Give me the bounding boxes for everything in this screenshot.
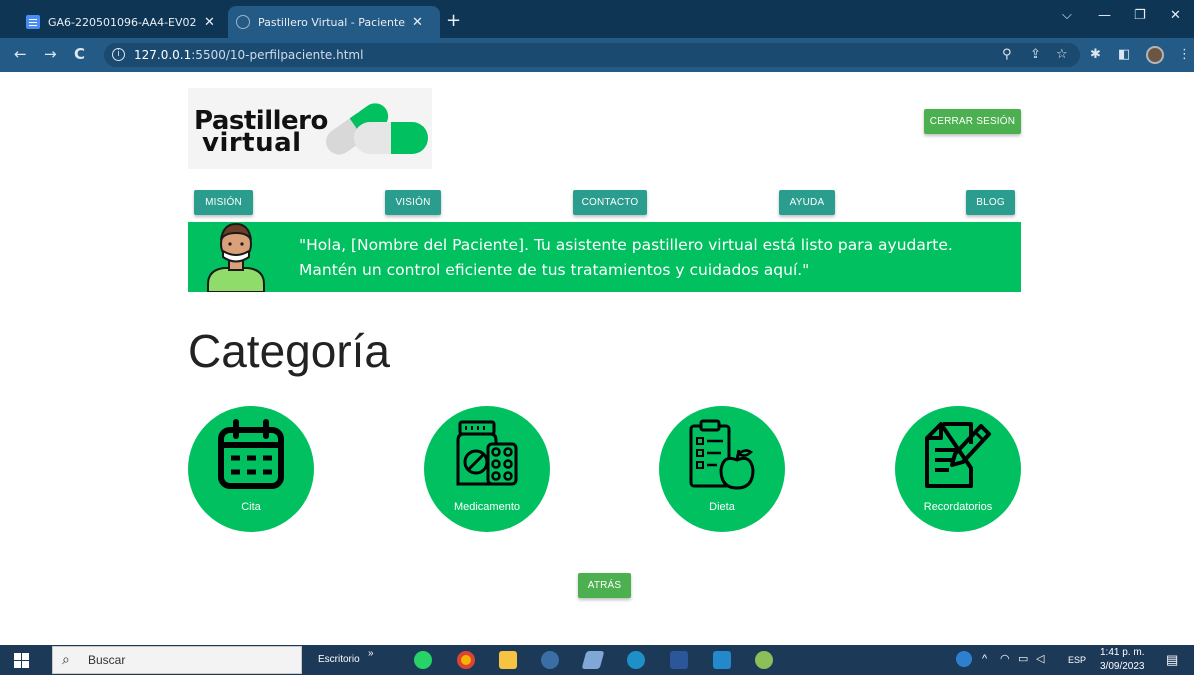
notifications-icon[interactable]: ▤ <box>1166 652 1178 668</box>
wifi-icon[interactable]: ◠ <box>1000 652 1010 665</box>
extensions-icon[interactable]: ✱ <box>1090 47 1101 62</box>
nav-blog-button[interactable]: BLOG <box>966 190 1015 215</box>
category-medicamento-button[interactable]: Medicamento <box>424 406 550 532</box>
desktop-toolbar-label[interactable]: Escritorio <box>318 654 360 665</box>
medicine-icon <box>456 420 518 486</box>
browser-tab[interactable]: GA6-220501096-AA4-EV02 ESTA ✕ <box>18 6 226 38</box>
diet-icon <box>689 419 755 490</box>
clock-date[interactable]: 3/09/2023 <box>1100 661 1145 672</box>
toolbar-expand-icon[interactable]: » <box>368 648 374 659</box>
search-icon: ⌕ <box>62 651 70 667</box>
calendar-icon <box>218 419 284 489</box>
word-icon[interactable] <box>670 651 688 669</box>
help-icon[interactable] <box>956 651 972 667</box>
tab-search-icon[interactable]: ⌵ <box>1062 8 1072 23</box>
new-tab-icon[interactable]: + <box>446 10 461 31</box>
pills-logo-icon <box>326 103 428 155</box>
tab-title: Pastillero Virtual - Paciente <box>258 15 406 29</box>
page-title: Categoría <box>188 325 391 377</box>
window-close-icon[interactable]: ✕ <box>1170 8 1181 23</box>
category-label: Cita <box>241 501 261 513</box>
restore-icon[interactable]: ❐ <box>1134 8 1146 23</box>
back-icon[interactable]: ← <box>14 45 27 63</box>
logo-text-line2: virtual <box>202 128 302 158</box>
welcome-message: "Hola, [Nombre del Paciente]. Tu asisten… <box>299 236 953 279</box>
category-cita-button[interactable]: Cita <box>188 406 314 532</box>
volume-icon[interactable]: ◁ <box>1036 652 1044 665</box>
close-icon[interactable]: ✕ <box>412 15 423 30</box>
edge-icon[interactable] <box>627 651 645 669</box>
logout-button[interactable]: CERRAR SESIÓN <box>924 109 1021 134</box>
info-icon[interactable]: i <box>112 48 125 61</box>
bookmark-star-icon[interactable]: ☆ <box>1056 47 1068 62</box>
vscode-icon[interactable] <box>713 651 731 669</box>
tray-expand-icon[interactable]: ^ <box>982 653 987 665</box>
category-label: Recordatorios <box>923 501 993 513</box>
zoom-icon[interactable]: ⚲ <box>1002 47 1012 62</box>
tab-title: GA6-220501096-AA4-EV02 ESTA <box>48 15 198 29</box>
nav-mision-button[interactable]: MISIÓN <box>194 190 253 215</box>
back-button[interactable]: ATRÁS <box>578 573 631 598</box>
globe-icon <box>236 15 250 29</box>
forward-icon[interactable]: → <box>44 45 57 63</box>
nav-ayuda-button[interactable]: AYUDA <box>779 190 835 215</box>
notes-icon <box>925 422 991 488</box>
category-recordatorios-button[interactable]: Recordatorios <box>895 406 1021 532</box>
nav-vision-button[interactable]: VISIÓN <box>385 190 441 215</box>
taskbar-search-placeholder: Buscar <box>88 653 126 667</box>
category-dieta-button[interactable]: Dieta <box>659 406 785 532</box>
document-icon <box>26 15 40 29</box>
media-player-icon[interactable] <box>541 651 559 669</box>
category-label: Dieta <box>709 501 735 513</box>
browser-tab-active[interactable]: Pastillero Virtual - Paciente ✕ <box>228 6 440 38</box>
language-indicator[interactable]: ESP <box>1068 655 1086 665</box>
nav-contacto-button[interactable]: CONTACTO <box>573 190 647 215</box>
close-icon[interactable]: ✕ <box>204 15 215 30</box>
windows-start-icon[interactable] <box>14 653 29 668</box>
sidepanel-icon[interactable]: ◧ <box>1118 47 1130 62</box>
menu-icon[interactable]: ⋮ <box>1178 47 1191 62</box>
avatar[interactable] <box>1146 46 1164 64</box>
category-label: Medicamento <box>453 501 521 513</box>
chrome-icon[interactable] <box>457 651 475 669</box>
share-icon[interactable]: ⇪ <box>1030 47 1041 62</box>
clock-time[interactable]: 1:41 p. m. <box>1100 647 1144 658</box>
reload-icon[interactable]: C <box>74 45 85 63</box>
battery-icon[interactable]: ▭ <box>1018 652 1028 665</box>
file-explorer-icon[interactable] <box>499 651 517 669</box>
whatsapp-icon[interactable] <box>414 651 432 669</box>
minimize-icon[interactable]: — <box>1098 8 1111 23</box>
paint-icon[interactable] <box>755 651 773 669</box>
url-text: 127.0.0.1:5500/10-perfilpaciente.html <box>134 48 364 62</box>
patient-avatar-icon <box>207 222 265 292</box>
